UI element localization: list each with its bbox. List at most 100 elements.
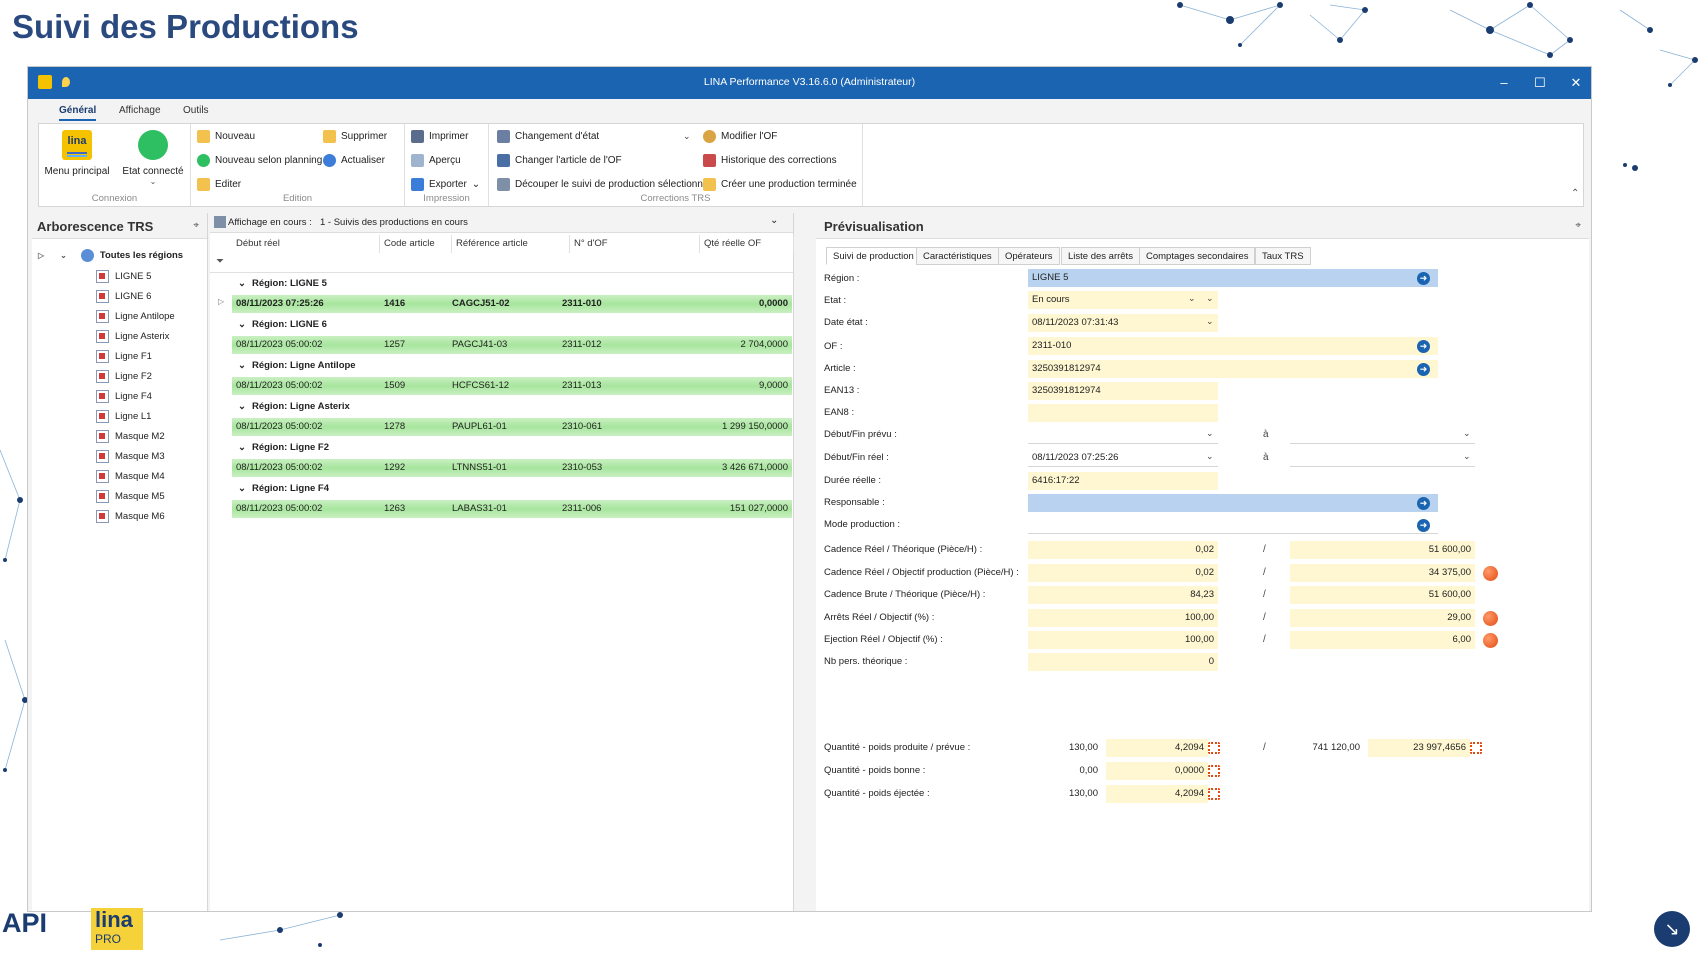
field-date-etat[interactable]: 08/11/2023 07:31:43 [1028,314,1218,332]
calculate-icon[interactable] [1208,765,1220,777]
field-article[interactable]: 3250391812974 [1028,360,1438,378]
tab-comptages[interactable]: Comptages secondaires [1139,247,1256,265]
field-qte-prod-2[interactable]: 4,2094 [1106,739,1208,757]
chevron-down-icon[interactable]: ⌄ [1463,428,1471,439]
tree-item[interactable]: Ligne Antilope [96,310,175,323]
field-mode[interactable] [1028,516,1438,534]
group-row[interactable]: ⌄ Région: Ligne F2 [232,439,329,457]
table-row[interactable]: 08/11/2023 05:00:02 1509 HCFCS61-12 2311-01… [232,377,792,395]
field-fin-prevu[interactable] [1290,426,1475,444]
arrow-right-icon[interactable]: ➜ [1417,363,1430,376]
tree-item[interactable]: Ligne L1 [96,410,151,423]
col-reference-article[interactable]: Référence article [452,235,570,253]
field-ejection-reel[interactable]: 100,00 [1028,631,1218,649]
filter-row[interactable]: ⏷ [210,253,793,273]
col-qte-reelle[interactable]: Qté réelle OF [700,235,794,253]
menu-principal-button[interactable]: lina Menu principal [43,130,111,177]
tree-item[interactable]: Ligne F2 [96,370,152,383]
chevron-down-icon[interactable]: ⌄ [238,398,246,416]
nouveau-button[interactable]: Nouveau [197,130,255,143]
table-row[interactable]: 08/11/2023 07:25:26 1416 CAGCJ51-02 2311-01… [232,295,792,313]
tree-item[interactable]: Masque M5 [96,490,165,503]
field-qte-prevue-1[interactable]: 741 120,00 [1290,739,1364,757]
calculate-icon[interactable] [1208,742,1220,754]
table-row[interactable]: 08/11/2023 05:00:02 1292 LTNNS51-01 2310-05… [232,459,792,477]
editer-button[interactable]: Editer [197,178,241,191]
group-row[interactable]: ⌄ Région: Ligne Asterix [232,398,350,416]
field-qte-eject-1[interactable]: 130,00 [1028,785,1102,803]
field-fin-reel[interactable] [1290,449,1475,467]
field-qte-bonne-1[interactable]: 0,00 [1028,762,1102,780]
field-region[interactable]: LIGNE 5 [1028,269,1438,287]
chevron-down-icon[interactable]: ⌄ [238,480,246,498]
pin-panel-icon[interactable]: ⌖ [193,220,199,231]
nouveau-planning-button[interactable]: Nouveau selon planning [197,154,322,167]
collapse-ribbon-icon[interactable]: ⌃ [1571,188,1579,199]
imprimer-button[interactable]: Imprimer [411,130,468,143]
field-ean8[interactable] [1028,404,1218,422]
changement-etat-button[interactable]: Changement d'état [497,130,599,143]
group-row[interactable]: ⌄ Région: LIGNE 6 [232,316,327,334]
calculate-icon[interactable] [1208,788,1220,800]
field-debut-prevu[interactable] [1028,426,1218,444]
expand-row-icon[interactable]: ▷ [218,297,224,306]
tree-root[interactable]: ▷ ⌄ Toutes les régions [38,249,183,262]
field-cad-obj-objectif[interactable]: 34 375,00 [1290,564,1475,582]
chevron-down-icon[interactable]: ⌄ [60,251,67,260]
tree-item[interactable]: Masque M2 [96,430,165,443]
field-arrets-objectif[interactable]: 29,00 [1290,609,1475,627]
decouper-button[interactable]: Découper le suivi de production sélectio… [497,178,708,191]
chevron-down-icon[interactable]: ⌄ [238,316,246,334]
field-cad-obj-reel[interactable]: 0,02 [1028,564,1218,582]
etat-connecte-button[interactable]: Etat connecté ⌄ [119,130,187,186]
field-cad-brute-reel[interactable]: 84,23 [1028,586,1218,604]
arrow-right-icon[interactable]: ➜ [1417,340,1430,353]
chevron-down-icon[interactable]: ⌄ [1188,293,1196,304]
field-of[interactable]: 2311-010 [1028,337,1438,355]
tab-outils[interactable]: Outils [183,105,209,116]
field-qte-prod-1[interactable]: 130,00 [1028,739,1102,757]
field-responsable[interactable] [1028,494,1438,512]
field-duree[interactable]: 6416:17:22 [1028,472,1218,490]
tree-item[interactable]: Ligne F4 [96,390,152,403]
table-row[interactable]: 08/11/2023 05:00:02 1257 PAGCJ41-03 2311-01… [232,336,792,354]
calculate-icon[interactable] [1470,742,1482,754]
modifier-of-button[interactable]: Modifier l'OF [703,130,777,143]
tab-operateurs[interactable]: Opérateurs [998,247,1060,265]
close-button[interactable]: ✕ [1566,73,1586,93]
group-row[interactable]: ⌄ Région: LIGNE 5 [232,275,327,293]
field-cad-theo-objectif[interactable]: 51 600,00 [1290,541,1475,559]
field-ean13[interactable]: 3250391812974 [1028,382,1218,400]
chevron-down-icon[interactable]: ⌄ [770,215,778,226]
table-row[interactable]: 08/11/2023 05:00:02 1263 LABAS31-01 2311-00… [232,500,792,518]
supprimer-button[interactable]: Supprimer [323,130,387,143]
chevron-down-icon[interactable]: ⌄ [238,275,246,293]
minimize-button[interactable]: – [1494,73,1514,93]
tab-taux-trs[interactable]: Taux TRS [1255,247,1311,265]
table-row[interactable]: 08/11/2023 05:00:02 1278 PAUPL61-01 2310-06… [232,418,792,436]
field-ejection-objectif[interactable]: 6,00 [1290,631,1475,649]
tree-item[interactable]: Ligne F1 [96,350,152,363]
tab-suivi-production[interactable]: Suivi de production [826,247,921,265]
expand-icon[interactable]: ▷ [38,251,44,260]
pin-panel-icon[interactable]: ⌖ [1575,220,1581,231]
chevron-down-icon[interactable]: ⌄ [1463,451,1471,462]
arrow-right-icon[interactable]: ➜ [1417,519,1430,532]
field-cad-theo-reel[interactable]: 0,02 [1028,541,1218,559]
historique-button[interactable]: Historique des corrections [703,154,837,167]
chevron-down-icon[interactable]: ⌄ [1206,293,1214,304]
tab-caracteristiques[interactable]: Caractéristiques [916,247,999,265]
field-arrets-reel[interactable]: 100,00 [1028,609,1218,627]
group-row[interactable]: ⌄ Région: Ligne Antilope [232,357,356,375]
field-qte-eject-2[interactable]: 4,2094 [1106,785,1208,803]
chevron-down-icon[interactable]: ⌄ [1206,451,1214,462]
col-num-of[interactable]: N° d'OF [570,235,700,253]
arrow-right-icon[interactable]: ➜ [1417,272,1430,285]
col-code-article[interactable]: Code article [380,235,452,253]
changer-article-button[interactable]: Changer l'article de l'OF [497,154,622,167]
tree-item[interactable]: Ligne Asterix [96,330,169,343]
chevron-down-icon[interactable]: ⌄ [683,131,691,142]
field-nb-pers-reel[interactable]: 0 [1028,653,1218,671]
tree-item[interactable]: Masque M6 [96,510,165,523]
field-qte-bonne-2[interactable]: 0,0000 [1106,762,1208,780]
